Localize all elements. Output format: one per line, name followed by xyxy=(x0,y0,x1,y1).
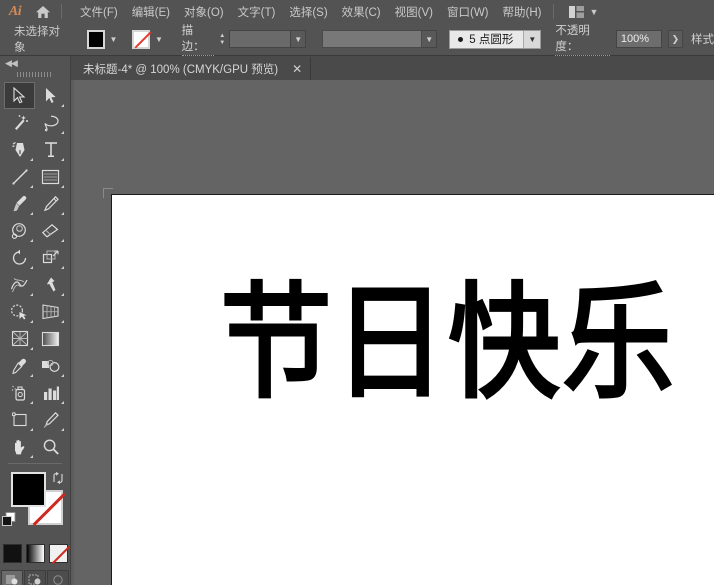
menu-item-file[interactable]: 文件(F) xyxy=(73,1,125,23)
fill-color-box[interactable] xyxy=(11,472,46,507)
panel-drag-handle[interactable] xyxy=(0,70,70,79)
line-segment-tool[interactable] xyxy=(4,163,35,190)
close-icon[interactable]: ✕ xyxy=(292,63,302,75)
fill-stroke-controls xyxy=(0,470,70,542)
hand-tool[interactable] xyxy=(4,433,35,460)
home-icon[interactable] xyxy=(30,0,56,23)
free-transform-tool[interactable] xyxy=(35,271,66,298)
toolbar-divider xyxy=(8,463,62,464)
opacity-input[interactable]: 100% xyxy=(616,30,662,48)
selection-status-label: 未选择对象 xyxy=(14,23,69,55)
workspace-grid-icon xyxy=(569,6,584,18)
draw-mode-buttons xyxy=(0,570,70,585)
stroke-weight-label: 描边： xyxy=(182,22,215,56)
menu-item-edit[interactable]: 编辑(E) xyxy=(125,1,177,23)
fill-dropdown-chevron-icon[interactable]: ▼ xyxy=(107,30,120,49)
color-mode-buttons xyxy=(0,544,70,563)
illustrator-window: Ai 文件(F) 编辑(E) 对象(O) 文字(T) 选择(S) 效果(C) 视… xyxy=(0,0,714,585)
shaper-tool[interactable] xyxy=(4,217,35,244)
stroke-color-swatch[interactable] xyxy=(132,30,150,49)
pen-tool[interactable] xyxy=(4,136,35,163)
menu-item-list: 文件(F) 编辑(E) 对象(O) 文字(T) 选择(S) 效果(C) 视图(V… xyxy=(73,1,548,23)
eraser-tool[interactable] xyxy=(35,217,66,244)
workspace-switcher[interactable]: ▼ xyxy=(569,6,598,18)
paintbrush-tool[interactable] xyxy=(4,190,35,217)
color-mode-button[interactable] xyxy=(3,544,22,563)
menu-item-help[interactable]: 帮助(H) xyxy=(496,1,549,23)
stroke-weight-chevron-icon[interactable]: ▼ xyxy=(291,30,306,48)
menu-item-select[interactable]: 选择(S) xyxy=(282,1,334,23)
app-logo-icon: Ai xyxy=(0,0,30,23)
mesh-tool[interactable] xyxy=(4,325,35,352)
eyedropper-tool[interactable] xyxy=(4,352,35,379)
pencil-tool[interactable] xyxy=(35,190,66,217)
draw-normal-button[interactable] xyxy=(1,570,23,585)
symbol-sprayer-tool[interactable] xyxy=(4,379,35,406)
stroke-dropdown-chevron-icon[interactable]: ▼ xyxy=(152,30,165,49)
variable-width-profile-dropdown[interactable]: 5 点圆形 ▼ xyxy=(449,30,541,49)
slice-tool[interactable] xyxy=(35,406,66,433)
brush-definition-input[interactable] xyxy=(322,30,422,48)
more-options-button[interactable]: ❯ xyxy=(668,30,683,48)
artboard[interactable]: 节日快乐 xyxy=(111,194,714,585)
draw-inside-button[interactable] xyxy=(47,570,69,585)
draw-behind-button[interactable] xyxy=(24,570,46,585)
control-bar: 未选择对象 ▼ ▼ 描边： ▲ ▼ ▼ ▼ 5 点圆形 ▼ 不透明度： 100%… xyxy=(0,23,714,56)
stroke-weight-input[interactable] xyxy=(229,30,291,48)
menu-bar: Ai 文件(F) 编辑(E) 对象(O) 文字(T) 选择(S) 效果(C) 视… xyxy=(0,0,714,24)
menu-item-type[interactable]: 文字(T) xyxy=(231,1,283,23)
menu-item-view[interactable]: 视图(V) xyxy=(388,1,440,23)
document-tab[interactable]: 未标题-4* @ 100% (CMYK/GPU 预览) ✕ xyxy=(70,57,311,80)
rotate-tool[interactable] xyxy=(4,244,35,271)
default-fill-stroke-icon[interactable] xyxy=(2,512,17,532)
zoom-tool[interactable] xyxy=(35,433,66,460)
column-graph-tool[interactable] xyxy=(35,379,66,406)
brush-definition-chevron-icon[interactable]: ▼ xyxy=(422,30,437,48)
document-tab-bar: 未标题-4* @ 100% (CMYK/GPU 预览) ✕ xyxy=(70,56,714,81)
perspective-grid-tool[interactable] xyxy=(35,298,66,325)
shape-builder-tool[interactable] xyxy=(4,298,35,325)
profile-dot-icon xyxy=(458,37,463,42)
artwork-text[interactable]: 节日快乐 xyxy=(220,281,676,406)
opacity-label: 不透明度： xyxy=(555,22,610,56)
graphic-styles-label[interactable]: 样式 xyxy=(691,31,714,47)
menu-separator-right xyxy=(553,4,554,19)
profile-chevron-down-icon[interactable]: ▼ xyxy=(523,31,540,48)
artboard-tool[interactable] xyxy=(4,406,35,433)
swap-fill-stroke-icon[interactable] xyxy=(51,471,65,490)
selection-tool[interactable] xyxy=(4,82,35,109)
scale-tool[interactable] xyxy=(35,244,66,271)
gradient-tool[interactable] xyxy=(35,325,66,352)
magic-wand-tool[interactable] xyxy=(4,109,35,136)
type-tool[interactable] xyxy=(35,136,66,163)
tool-grid xyxy=(0,82,70,460)
fill-color-swatch[interactable] xyxy=(87,30,105,49)
canvas-left-edge xyxy=(71,80,74,585)
blend-tool[interactable] xyxy=(35,352,66,379)
width-tool[interactable] xyxy=(4,271,35,298)
tools-panel: ◀◀ xyxy=(0,56,71,585)
menu-item-effect[interactable]: 效果(C) xyxy=(335,1,388,23)
menu-separator xyxy=(61,4,62,19)
collapse-panel-icon[interactable]: ◀◀ xyxy=(0,56,70,70)
direct-selection-tool[interactable] xyxy=(35,82,66,109)
chevron-down-icon: ▼ xyxy=(589,7,598,17)
canvas-area[interactable]: 节日快乐 xyxy=(71,80,714,585)
lasso-tool[interactable] xyxy=(35,109,66,136)
rectangle-tool[interactable] xyxy=(35,163,66,190)
menu-item-window[interactable]: 窗口(W) xyxy=(440,1,496,23)
profile-label: 5 点圆形 xyxy=(469,31,523,47)
menu-item-object[interactable]: 对象(O) xyxy=(177,1,231,23)
none-mode-button[interactable] xyxy=(49,544,68,563)
document-tab-title: 未标题-4* @ 100% (CMYK/GPU 预览) xyxy=(83,61,278,77)
gradient-mode-button[interactable] xyxy=(26,544,45,563)
